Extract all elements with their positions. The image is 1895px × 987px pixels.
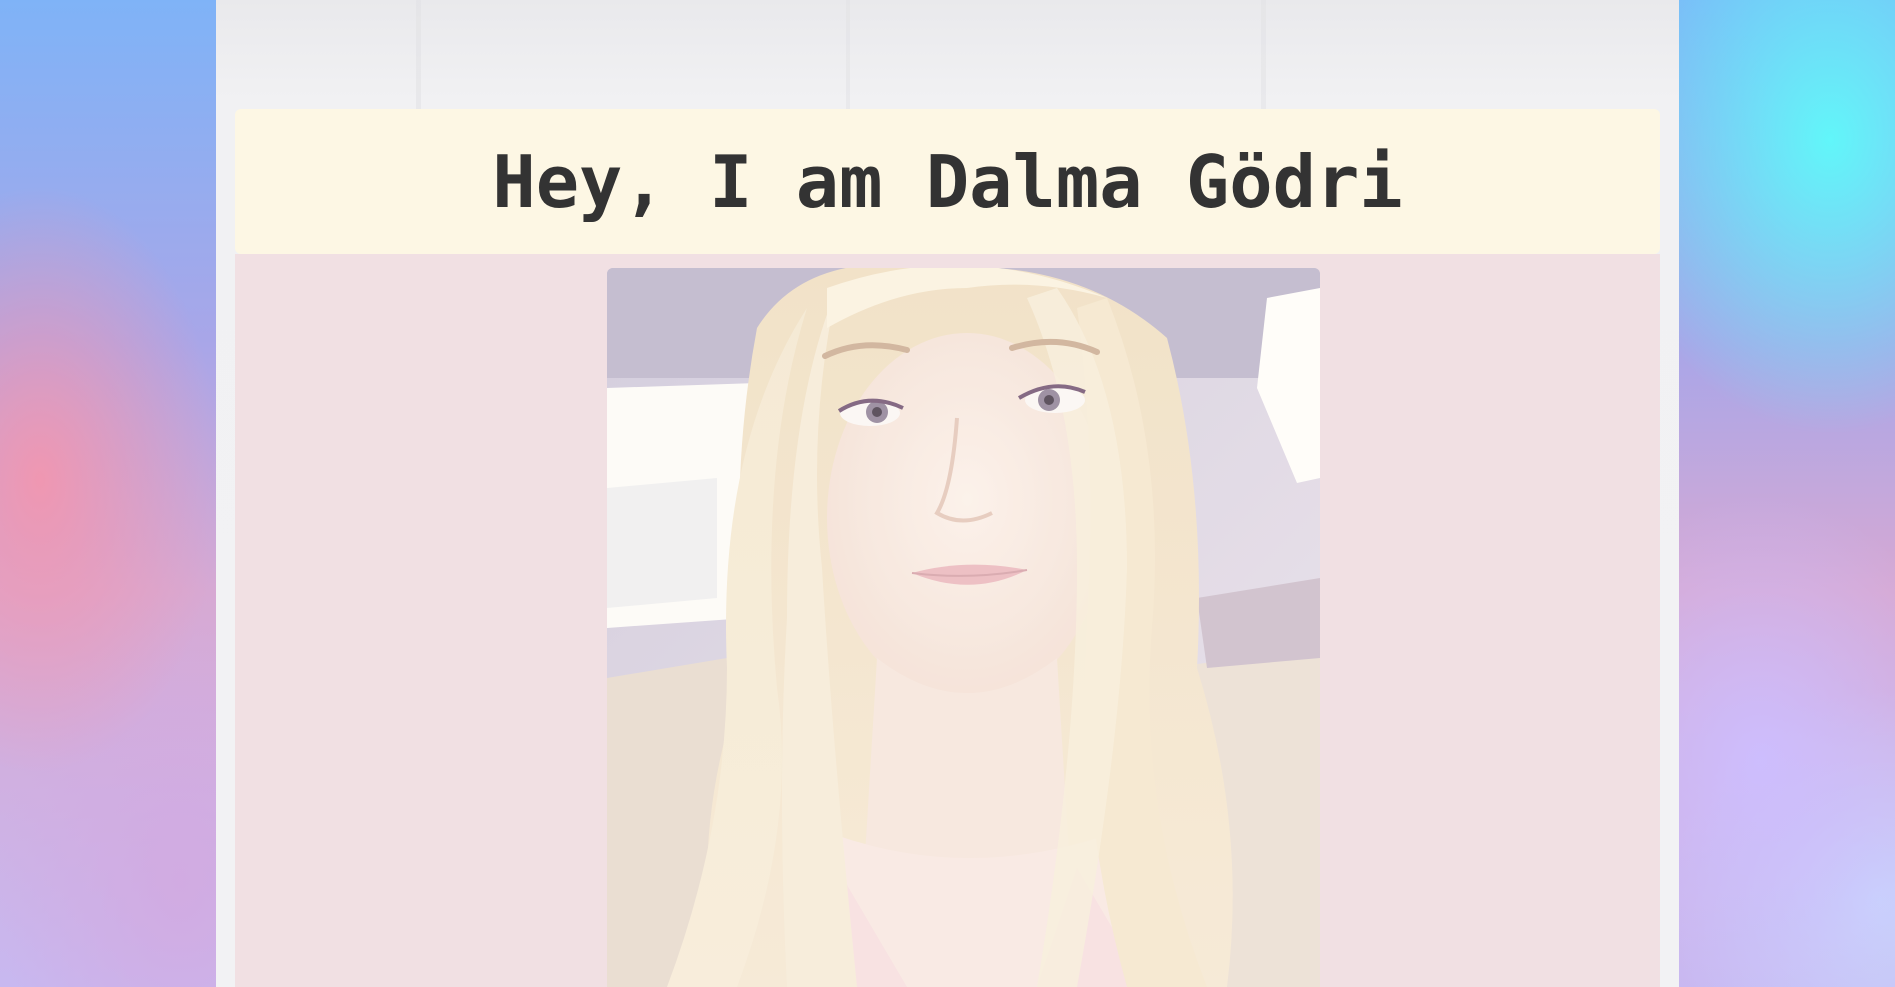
intro-header: Hey, I am Dalma Gödri <box>235 109 1660 254</box>
portrait-photo-icon <box>607 268 1320 987</box>
profile-section <box>235 254 1660 987</box>
page-container: Hey, I am Dalma Gödri <box>216 0 1679 987</box>
profile-photo <box>607 268 1320 987</box>
page-title: Hey, I am Dalma Gödri <box>492 139 1403 224</box>
